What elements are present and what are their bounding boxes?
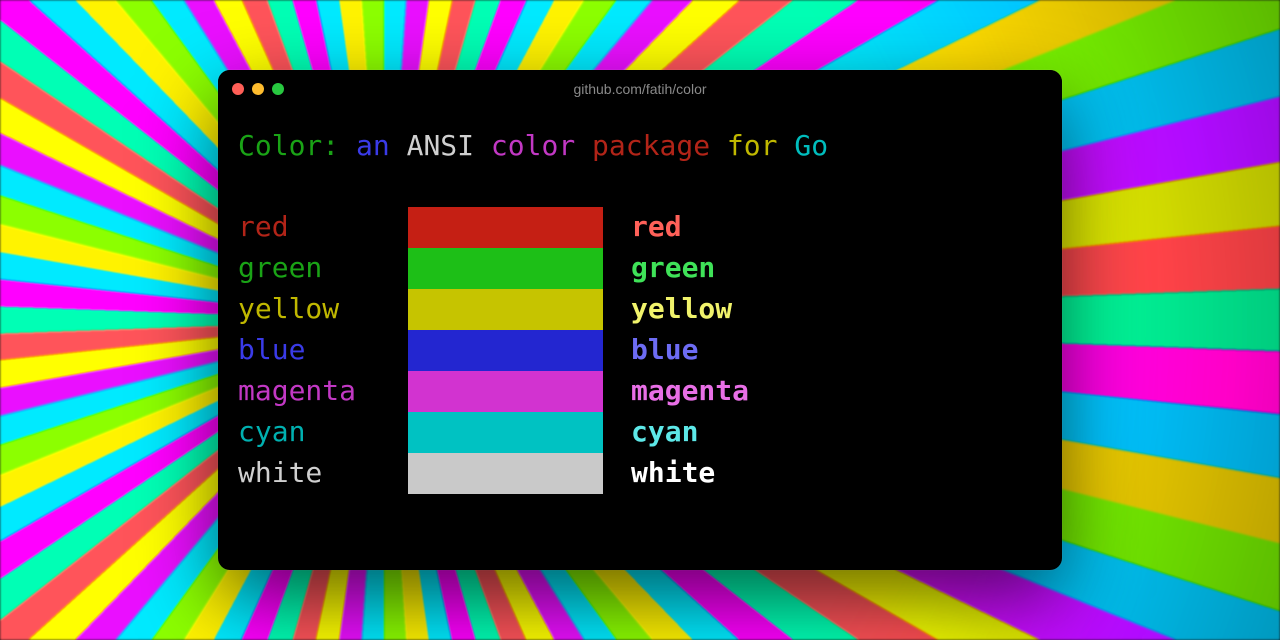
window-title: github.com/fatih/color xyxy=(218,81,1062,97)
color-row-white: white white xyxy=(238,453,1042,494)
color-row-green: green green xyxy=(238,248,1042,289)
headline-prefix: Color: xyxy=(238,129,339,162)
color-rows: redredgreengreenyellowyellowbluebluemage… xyxy=(238,207,1042,494)
headline-word: package xyxy=(592,129,710,162)
terminal-content: Color: an ANSI color package for Go redr… xyxy=(218,108,1062,514)
traffic-lights xyxy=(232,83,284,95)
headline-word: Go xyxy=(794,129,828,162)
headline-word: color xyxy=(491,129,575,162)
color-label: yellow xyxy=(238,289,408,330)
headline-word: an xyxy=(356,129,390,162)
headline-word: ANSI xyxy=(407,129,474,162)
color-swatch xyxy=(408,371,603,412)
terminal-window: github.com/fatih/color Color: an ANSI co… xyxy=(218,70,1062,570)
color-row-yellow: yellow yellow xyxy=(238,289,1042,330)
color-swatch xyxy=(408,248,603,289)
color-swatch xyxy=(408,453,603,494)
headline: Color: an ANSI color package for Go xyxy=(238,126,1042,167)
color-swatch xyxy=(408,330,603,371)
window-titlebar: github.com/fatih/color xyxy=(218,70,1062,108)
color-row-blue: blue blue xyxy=(238,330,1042,371)
color-row-magenta: magenta magenta xyxy=(238,371,1042,412)
color-label: green xyxy=(238,248,408,289)
color-bright-label: white xyxy=(631,453,1042,494)
color-label: white xyxy=(238,453,408,494)
color-bright-label: cyan xyxy=(631,412,1042,453)
color-bright-label: blue xyxy=(631,330,1042,371)
color-label: blue xyxy=(238,330,408,371)
color-label: magenta xyxy=(238,371,408,412)
color-bright-label: yellow xyxy=(631,289,1042,330)
color-bright-label: green xyxy=(631,248,1042,289)
color-bright-label: magenta xyxy=(631,371,1042,412)
color-swatch xyxy=(408,207,603,248)
minimize-icon[interactable] xyxy=(252,83,264,95)
color-label: red xyxy=(238,207,408,248)
color-row-cyan: cyan cyan xyxy=(238,412,1042,453)
headline-word: for xyxy=(727,129,778,162)
close-icon[interactable] xyxy=(232,83,244,95)
color-bright-label: red xyxy=(631,207,1042,248)
color-swatch xyxy=(408,412,603,453)
color-row-red: red red xyxy=(238,207,1042,248)
color-swatch xyxy=(408,289,603,330)
color-label: cyan xyxy=(238,412,408,453)
zoom-icon[interactable] xyxy=(272,83,284,95)
